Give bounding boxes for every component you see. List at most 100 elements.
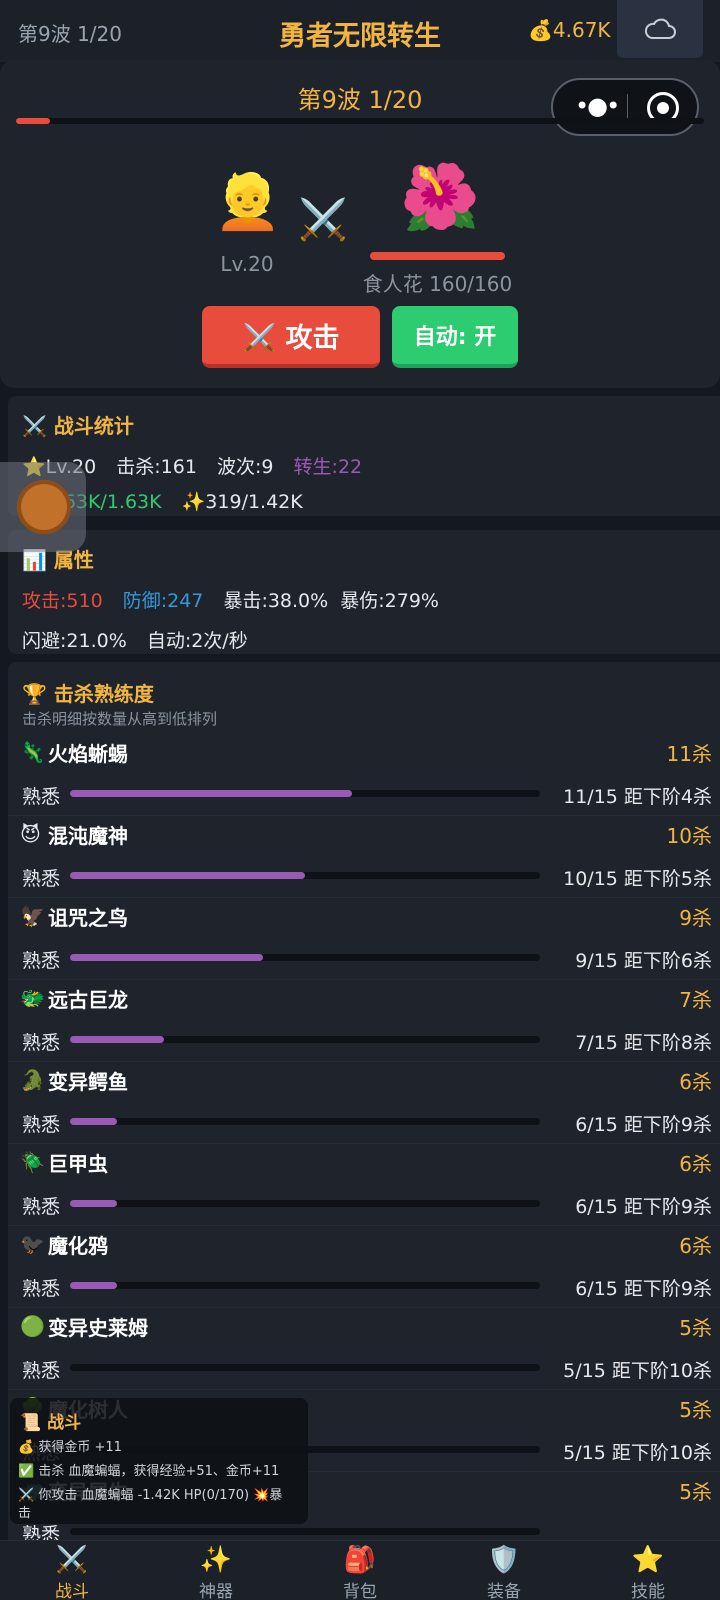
log-line: ✅ 击杀 血魔蝙蝠，获得经验+51、金币+11 — [18, 1464, 280, 1479]
battle-stats-section: ⚔️ 战斗统计 ⭐Lv.20 击杀:161 波次:9 转生:22 🧡1.63K/… — [8, 396, 720, 516]
mastery-progress-bar — [70, 872, 540, 879]
wave-progress-bar — [16, 118, 704, 124]
monster-icon: 🐊 — [20, 1068, 45, 1092]
battle-stats-title: ⚔️ 战斗统计 — [22, 414, 134, 438]
monster-name: 混沌魔神 — [48, 824, 128, 848]
nav-label: 装备 — [487, 1582, 521, 1600]
floating-assistant-button[interactable] — [0, 462, 86, 552]
monster-name: 远古巨龙 — [48, 988, 128, 1012]
monster-kill-count: 9杀 — [679, 906, 712, 930]
attr-defense: 防御:247 — [122, 590, 204, 612]
mastery-level: 熟悉 — [22, 1114, 61, 1136]
monster-kill-count: 6杀 — [679, 1070, 712, 1094]
monster-name: 变异史莱姆 — [48, 1316, 148, 1340]
monster-icon: 🟢 — [20, 1314, 45, 1338]
monster-icon: 😈 — [20, 822, 41, 846]
stat-kills: 击杀:161 — [116, 456, 197, 478]
mastery-level: 熟悉 — [22, 786, 61, 808]
cloud-save-button[interactable] — [617, 0, 703, 58]
monster-name: 巨甲虫 — [48, 1152, 108, 1176]
mastery-progress-fill — [70, 790, 352, 797]
nav-artifact[interactable]: ✨ 神器 — [144, 1541, 288, 1600]
mastery-progress-fill — [70, 872, 305, 879]
mastery-progress-text: 6/15 距下阶9杀 — [575, 1278, 712, 1300]
auto-toggle-button[interactable]: 自动: 开 — [392, 306, 518, 368]
monster-kill-count: 10杀 — [666, 824, 712, 848]
monster-kill-count: 5杀 — [679, 1316, 712, 1340]
mastery-progress-bar — [70, 1036, 540, 1043]
monster-kill-count: 6杀 — [679, 1152, 712, 1176]
mastery-progress-text: 6/15 距下阶9杀 — [575, 1114, 712, 1136]
mastery-progress-fill — [70, 954, 263, 961]
nav-label: 背包 — [343, 1582, 377, 1600]
shield-icon: 🛡️ — [487, 1545, 521, 1575]
monster-kill-count: 5杀 — [679, 1480, 712, 1504]
mastery-progress-text: 6/15 距下阶9杀 — [575, 1196, 712, 1218]
assistant-orb-icon — [17, 480, 71, 534]
monster-icon: 🦎 — [20, 740, 45, 764]
attr-crit-damage: 暴伤:279% — [340, 590, 439, 612]
mastery-level: 熟悉 — [22, 950, 61, 972]
attr-attack: 攻击:510 — [22, 590, 103, 612]
nav-battle[interactable]: ⚔️ 战斗 — [0, 1541, 144, 1600]
combat-log-popup[interactable]: 📜 战斗 💰 获得金币 +11 ✅ 击杀 血魔蝙蝠，获得经验+51、金币+11 … — [10, 1398, 308, 1524]
battle-panel: 第9波 1/20 •●• 👱 Lv.20 ⚔️ 🌺 食人花 160/160 ⚔️… — [0, 60, 720, 388]
mastery-progress-bar — [70, 1528, 540, 1535]
more-menu-button[interactable]: •●• — [575, 94, 620, 118]
mastery-progress-fill — [70, 1200, 117, 1207]
mastery-level: 熟悉 — [22, 868, 61, 890]
mastery-progress-bar — [70, 954, 540, 961]
stat-waves: 波次:9 — [217, 456, 274, 478]
hero-avatar-icon: 👱 — [214, 170, 282, 233]
log-line: 击 — [18, 1506, 32, 1521]
nav-backpack[interactable]: 🎒 背包 — [288, 1541, 432, 1600]
monster-icon: 🦅 — [20, 904, 45, 928]
mastery-progress-text: 5/15 距下阶10杀 — [563, 1442, 712, 1464]
mastery-progress-fill — [70, 1118, 117, 1125]
stat-rebirth: 转生:22 — [293, 456, 363, 478]
log-line: 💰 获得金币 +11 — [18, 1440, 122, 1455]
nav-skills[interactable]: ⭐ 技能 — [576, 1541, 720, 1600]
gold-counter: 💰4.67K — [528, 18, 611, 42]
top-header: 第9波 1/20 勇者无限转生 💰4.67K — [0, 0, 720, 62]
combat-log-title: 📜 战斗 — [20, 1413, 82, 1433]
mastery-item: 🐲 远古巨龙 7杀 熟悉 7/15 距下阶8杀 — [8, 978, 720, 1062]
mastery-item: 🦎 火焰蜥蜴 11杀 熟悉 11/15 距下阶4杀 — [8, 732, 720, 816]
attr-dodge: 闪避:21.0% — [22, 630, 127, 652]
enemy-hp-bar — [370, 252, 505, 260]
attributes-row-2: 闪避:21.0% 自动:2次/秒 — [22, 626, 262, 653]
monster-name: 变异鳄鱼 — [48, 1070, 128, 1094]
monster-kill-count: 11杀 — [666, 742, 712, 766]
monster-name: 诅咒之鸟 — [48, 906, 128, 930]
enemy-name-hp: 食人花 160/160 — [362, 272, 513, 296]
mastery-progress-fill — [70, 1282, 117, 1289]
mastery-subtitle: 击杀明细按数量从高到低排列 — [22, 710, 218, 728]
attack-button[interactable]: ⚔️ 攻击 — [202, 306, 380, 368]
monster-icon: 🪲 — [20, 1150, 45, 1174]
mastery-progress-fill — [70, 1036, 164, 1043]
mastery-progress-text: 5/15 距下阶10杀 — [563, 1360, 712, 1382]
monster-kill-count: 7杀 — [679, 988, 712, 1012]
swords-icon: ⚔️ — [55, 1545, 89, 1575]
nav-label: 神器 — [199, 1582, 233, 1600]
mini-program-capsule: •●• — [551, 78, 699, 136]
mastery-progress-text: 11/15 距下阶4杀 — [563, 786, 712, 808]
nav-label: 技能 — [631, 1582, 665, 1600]
monster-kill-count: 5杀 — [679, 1398, 712, 1422]
star-icon: ⭐ — [631, 1545, 665, 1575]
crossed-swords-icon: ⚔️ — [298, 197, 348, 243]
mastery-progress-bar — [70, 1364, 540, 1371]
mastery-item: 🐊 变异鳄鱼 6杀熟悉 6/15 距下阶9杀 — [8, 1060, 720, 1144]
log-line: ⚔️ 你攻击 血魔蝙蝠 -1.42K HP(0/170) 💥暴 — [18, 1488, 283, 1503]
nav-equipment[interactable]: 🛡️ 装备 — [432, 1541, 576, 1600]
monster-name: 魔化鸦 — [48, 1234, 108, 1258]
enemy-flower-icon: 🌺 — [400, 161, 480, 235]
mastery-level: 熟悉 — [22, 1360, 61, 1382]
stat-mana: ✨319/1.42K — [181, 491, 303, 513]
wave-progress-fill — [16, 118, 51, 124]
mastery-item: 😈 混沌魔神 10杀 熟悉 10/15 距下阶5杀 — [8, 814, 720, 898]
bottom-nav: ⚔️ 战斗 ✨ 神器 🎒 背包 🛡️ 装备 ⭐ 技能 — [0, 1540, 720, 1600]
hero-level: Lv.20 — [220, 252, 274, 276]
mastery-progress-bar — [70, 790, 540, 797]
mastery-item: 🪲 巨甲虫 6杀 熟悉 6/15 距下阶9杀 — [8, 1142, 720, 1226]
